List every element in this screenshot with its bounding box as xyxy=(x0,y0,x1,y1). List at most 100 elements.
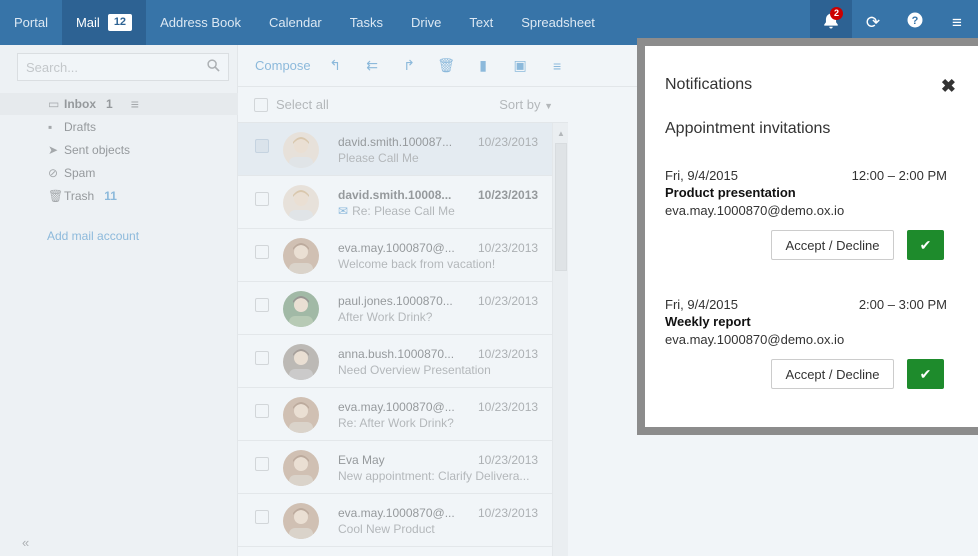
tab-label: Text xyxy=(469,15,494,30)
message-subject: ✉ Re: Please Call Me xyxy=(338,204,538,218)
scroll-thumb[interactable] xyxy=(555,143,567,271)
message-subject: New appointment: Clarify Delivera... xyxy=(338,469,538,483)
folder-sidebar: Search... ▭ Inbox 1 ≡ ▪ Drafts ➤ Sent ob… xyxy=(0,45,238,556)
sent-icon: ➤ xyxy=(48,143,59,157)
tab-spreadsheet[interactable]: Spreadsheet xyxy=(507,0,609,45)
notifications-title: Notifications xyxy=(665,76,753,93)
message-subject: Need Overview Presentation xyxy=(338,363,538,377)
select-all-checkbox[interactable] xyxy=(254,97,268,112)
message-checkbox[interactable] xyxy=(255,457,269,471)
notification-count-badge: 2 xyxy=(829,7,843,20)
sort-dropdown[interactable]: Sort by ▼ xyxy=(499,97,553,112)
message-subject-text: Need Overview Presentation xyxy=(338,363,491,377)
message-sender: eva.may.1000870@... xyxy=(338,506,455,520)
message-checkbox[interactable] xyxy=(255,298,269,312)
message-subject-text: Re: Please Call Me xyxy=(352,204,455,218)
folder-label: Inbox xyxy=(64,97,96,111)
reply-all-icon[interactable]: ⇇ xyxy=(354,57,391,74)
avatar xyxy=(283,291,319,327)
folder-inbox[interactable]: ▭ Inbox 1 ≡ xyxy=(0,93,238,115)
tab-tasks[interactable]: Tasks xyxy=(336,0,397,45)
appointment-title: Product presentation xyxy=(665,185,796,200)
tab-text[interactable]: Text xyxy=(455,0,507,45)
folder-trash[interactable]: 🗑 Trash 11 xyxy=(0,185,238,207)
message-row[interactable]: Eva May 10/23/2013 New appointment: Clarif… xyxy=(238,441,568,494)
message-list: david.smith.100087... 10/23/2013 Please Ca… xyxy=(238,123,568,556)
appointment-time: 12:00 – 2:00 PM xyxy=(851,168,947,183)
compose-button[interactable]: Compose xyxy=(255,58,311,73)
message-subject: Welcome back from vacation! xyxy=(338,257,538,271)
archive-icon[interactable]: ▣ xyxy=(502,57,539,74)
folder-sent[interactable]: ➤ Sent objects xyxy=(0,139,238,161)
message-date: 10/23/2013 xyxy=(478,188,539,202)
message-date: 10/23/2013 xyxy=(478,241,539,255)
message-subject-text: Cool New Product xyxy=(338,522,435,536)
unread-count-badge: 12 xyxy=(107,14,133,31)
caret-down-icon: ▼ xyxy=(544,101,553,111)
trash-icon: 🗑 xyxy=(48,189,64,203)
folder-label: Trash xyxy=(64,189,95,203)
avatar xyxy=(283,397,319,433)
add-mail-account-link[interactable]: Add mail account xyxy=(47,229,139,243)
close-icon[interactable]: ✖ xyxy=(941,76,956,97)
drafts-icon: ▪ xyxy=(48,120,53,134)
tab-calendar[interactable]: Calendar xyxy=(255,0,336,45)
appointment-actions: Accept / Decline ✔ xyxy=(771,230,944,260)
message-sender: david.smith.10008... xyxy=(338,188,452,202)
refresh-icon: ⟳ xyxy=(865,12,881,32)
collapse-sidebar-button[interactable]: « xyxy=(22,535,29,550)
tab-portal[interactable]: Portal xyxy=(0,0,62,45)
delete-icon[interactable]: 🗑 xyxy=(428,57,465,74)
message-date: 10/23/2013 xyxy=(478,294,539,308)
spam-icon: ⊘ xyxy=(48,166,59,180)
message-sender: Eva May xyxy=(338,453,385,467)
search-input[interactable]: Search... xyxy=(17,53,229,81)
message-row[interactable]: eva.may.1000870@... 10/23/2013 Cool New Pr… xyxy=(238,494,568,547)
appointment-organizer: eva.may.1000870@demo.ox.io xyxy=(665,332,845,347)
checkmark-icon: ✔ xyxy=(919,365,932,382)
avatar xyxy=(283,185,319,221)
reply-icon[interactable]: ↰ xyxy=(317,57,354,74)
message-list-scrollbar[interactable]: ▲ xyxy=(552,123,568,556)
message-checkbox[interactable] xyxy=(255,245,269,259)
notifications-panel: Notifications ✖ Appointment invitations … xyxy=(637,38,978,435)
appointment-title: Weekly report xyxy=(665,314,751,329)
message-row[interactable]: eva.may.1000870@... 10/23/2013 Welcome bac… xyxy=(238,229,568,282)
accept-button[interactable]: ✔ xyxy=(907,230,944,260)
tab-mail[interactable]: Mail 12 xyxy=(61,0,147,45)
message-row[interactable]: david.smith.10008... 10/23/2013 ✉ Re: Pleas… xyxy=(238,176,568,229)
message-row[interactable]: eva.may.1000870@... 10/23/2013 Re: After W… xyxy=(238,388,568,441)
message-checkbox[interactable] xyxy=(255,192,269,206)
message-sender: eva.may.1000870@... xyxy=(338,400,455,414)
message-checkbox[interactable] xyxy=(255,404,269,418)
scroll-up-icon[interactable]: ▲ xyxy=(557,129,565,138)
tab-label: Calendar xyxy=(269,15,322,30)
message-checkbox[interactable] xyxy=(255,510,269,524)
accept-decline-button[interactable]: Accept / Decline xyxy=(771,230,894,260)
accept-button[interactable]: ✔ xyxy=(907,359,944,389)
folder-spam[interactable]: ⊘ Spam xyxy=(0,162,238,184)
appointment-time: 2:00 – 3:00 PM xyxy=(858,297,947,312)
tab-label: Portal xyxy=(14,15,48,30)
folder-drafts[interactable]: ▪ Drafts xyxy=(0,116,238,138)
accept-decline-button[interactable]: Accept / Decline xyxy=(771,359,894,389)
appointment-datetime: Fri, 9/4/2015 2:00 – 3:00 PM xyxy=(665,297,947,312)
tab-drive[interactable]: Drive xyxy=(397,0,455,45)
forward-icon[interactable]: ↱ xyxy=(391,57,428,74)
sort-label: Sort by xyxy=(499,97,541,112)
avatar xyxy=(283,503,319,539)
more-icon[interactable]: ≡ xyxy=(539,58,576,74)
message-row[interactable]: anna.bush.1000870... 10/23/2013 Need Overv… xyxy=(238,335,568,388)
avatar xyxy=(283,132,319,168)
tab-label: Mail xyxy=(75,15,100,30)
folder-options-icon[interactable]: ≡ xyxy=(131,96,139,112)
folder-label: Drafts xyxy=(64,120,97,134)
message-row[interactable]: paul.jones.1000870... 10/23/2013 After Wor… xyxy=(238,282,568,335)
tab-address-book[interactable]: Address Book xyxy=(146,0,255,45)
select-all-control[interactable]: Select all xyxy=(254,97,329,112)
flag-icon[interactable]: ▮ xyxy=(465,57,502,74)
message-checkbox[interactable] xyxy=(255,139,269,153)
appointment-actions: Accept / Decline ✔ xyxy=(771,359,944,389)
message-checkbox[interactable] xyxy=(255,351,269,365)
message-row[interactable]: david.smith.100087... 10/23/2013 Please Ca… xyxy=(238,123,568,176)
